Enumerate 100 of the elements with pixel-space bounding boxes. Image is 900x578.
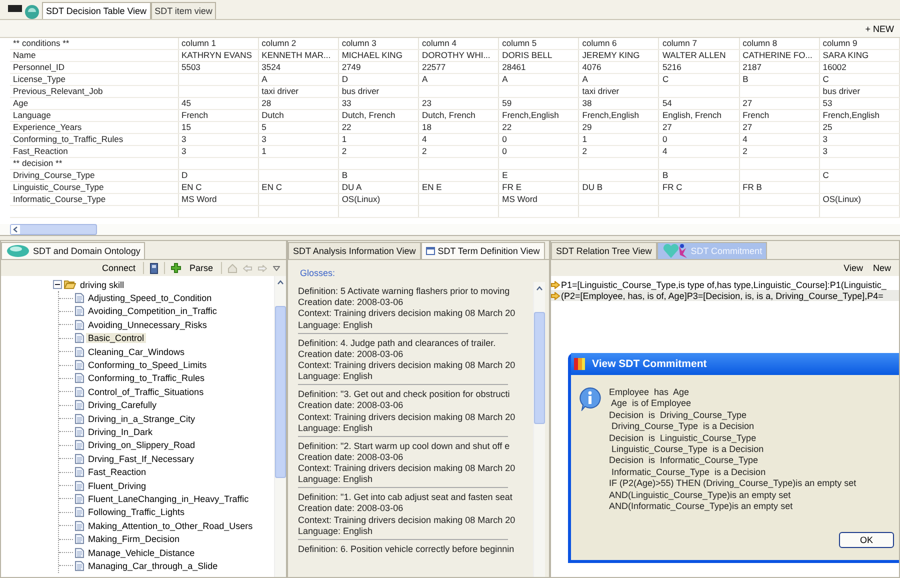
tree-item[interactable]: Following_Traffic_Lights	[86, 507, 187, 518]
horizontal-scrollbar[interactable]	[10, 224, 97, 235]
table-cell: 22	[342, 122, 352, 132]
connect-button[interactable]: Connect	[100, 263, 138, 273]
table-cell: 5216	[662, 62, 682, 72]
row-label: Age	[13, 98, 28, 108]
table-cell: 0	[502, 134, 507, 144]
book-icon[interactable]	[150, 262, 158, 274]
tree-item[interactable]: Avoiding_Unnecessary_Risks	[86, 320, 209, 330]
table-cell: B	[662, 170, 668, 180]
table-cell: MS Word	[502, 194, 538, 204]
table-cell: Dutch, French	[422, 110, 476, 120]
tree-item[interactable]: Fast_Reaction	[86, 467, 148, 478]
context-text: Context: Training drivers decision making 08 March 20	[298, 308, 516, 318]
tree-item[interactable]: Making_Attention_to_Other_Road_Users	[86, 520, 255, 531]
table-cell: French	[182, 110, 208, 120]
view-tab[interactable]: SDT Relation Tree View	[551, 242, 657, 259]
tree-item[interactable]: Driving_Carefully	[86, 400, 159, 410]
vertical-scrollbar[interactable]	[274, 276, 286, 577]
toolbar-button[interactable]: New	[870, 263, 893, 273]
tree-item[interactable]: Managing_Car_through_a_Slide	[86, 560, 220, 571]
table-cell: 2749	[342, 62, 361, 72]
tree-item[interactable]: Making_Firm_Decision	[86, 534, 182, 544]
table-cell: KATHRYN EVANS	[182, 50, 252, 60]
scroll-up-icon[interactable]	[277, 279, 284, 286]
table-cell: KENNETH MAR...	[262, 50, 331, 60]
row-label: Informatic_Course_Type	[13, 194, 106, 204]
table-cell: 3	[822, 134, 828, 144]
tree-item[interactable]: Cleaning_Car_Windows	[86, 346, 187, 357]
ok-button[interactable]: OK	[839, 532, 894, 548]
parse-button[interactable]: Parse	[187, 263, 215, 273]
table-cell: E	[502, 170, 508, 180]
app-logo-icon	[8, 3, 42, 19]
document-icon	[75, 520, 84, 531]
row-label: Linguistic_Course_Type	[13, 182, 104, 192]
row-label: Name	[13, 50, 36, 60]
table-cell: 2187	[742, 62, 762, 72]
tree-item[interactable]: Conforming_to_Traffic_Rules	[86, 373, 207, 384]
table-cell: 27	[742, 98, 752, 108]
vertical-scrollbar[interactable]	[533, 282, 545, 577]
table-cell: 22577	[422, 62, 446, 72]
scroll-left-icon[interactable]	[12, 226, 19, 233]
tree-item[interactable]: driving skill	[78, 280, 126, 290]
tree-item[interactable]: Manage_Vehicle_Distance	[86, 548, 197, 558]
table-cell: B	[342, 170, 348, 180]
relation-text[interactable]: P1=[Linguistic_Course_Type,is type of,has type,Linguistic_Course]:P1(Linguistic_	[561, 280, 886, 290]
table-cell: 3	[182, 134, 186, 144]
table-cell: B	[742, 74, 748, 84]
table-cell: Dutch	[262, 110, 284, 120]
view-tab[interactable]: SDT Term Definition View	[420, 242, 545, 259]
group-title: Glosses:	[300, 268, 336, 278]
column-header: column 2	[262, 38, 296, 48]
tree-item[interactable]: Fluent_Driving	[86, 480, 148, 491]
tree-item[interactable]: Control_of_Traffic_Situations	[86, 386, 206, 397]
context-text: Context: Training drivers decision making 08 March 20	[298, 463, 516, 474]
new-button[interactable]: + NEW	[865, 24, 894, 34]
tree-item[interactable]: Avoiding_Competition_in_Traffic	[86, 306, 219, 316]
row-label: Conforming_to_Traffic_Rules	[13, 134, 124, 144]
table-cell: 25	[822, 122, 832, 132]
creation-date-text: Creation date: 2008-03-06	[298, 452, 404, 462]
table-cell: 2	[422, 146, 427, 156]
tree-item[interactable]: Conforming_to_Speed_Limits	[86, 360, 209, 370]
tree-item[interactable]: Driving_on_Slippery_Road	[86, 440, 198, 450]
table-cell: French	[742, 110, 770, 120]
toolbar-button[interactable]: View	[842, 263, 865, 273]
table-cell: French,English	[502, 110, 559, 120]
plus-icon[interactable]	[171, 263, 182, 273]
document-icon	[75, 454, 84, 464]
view-tab[interactable]: SDT Decision Table View	[42, 2, 151, 19]
tree-item[interactable]: Driving_In_Dark	[86, 426, 155, 437]
table-cell: 28461	[502, 62, 526, 72]
table-cell: taxi driver	[262, 86, 298, 96]
row-label: Previous_Relevant_Job	[13, 86, 103, 96]
table-cell: D	[182, 170, 188, 180]
scroll-up-icon[interactable]	[536, 285, 543, 292]
dropdown-icon[interactable]	[273, 266, 280, 270]
tree-item[interactable]: Basic_Control	[86, 333, 146, 344]
table-cell: 5503	[182, 62, 200, 72]
table-cell: 29	[582, 122, 592, 132]
table-cell: 2	[742, 146, 748, 156]
tree-item[interactable]: Adjusting_Speed_to_Condition	[86, 293, 214, 304]
tree-item[interactable]: Fluent_LaneChanging_in_Heavy_Traffic	[86, 494, 251, 504]
ontology-tab[interactable]: SDT and Domain Ontology	[1, 242, 146, 259]
message-line: IF (P2(Age)>55) THEN (Driving_Course_Type)is an empty set	[609, 478, 856, 490]
view-tab[interactable]: SDT Analysis Information View	[288, 242, 421, 259]
table-cell: DU B	[582, 182, 603, 192]
table-cell: EN E	[422, 182, 442, 192]
table-cell: 4076	[582, 62, 602, 72]
language-text: Language: English	[298, 320, 374, 330]
view-tab[interactable]: SDT item view	[150, 2, 216, 19]
table-cell: 33	[342, 98, 352, 108]
section-header: ** conditions **	[13, 38, 70, 48]
table-cell: French,English	[582, 110, 639, 120]
table-cell: 2	[582, 146, 588, 156]
collapse-icon[interactable]	[53, 280, 62, 290]
document-icon	[75, 373, 84, 384]
table-cell: 4	[422, 134, 427, 144]
table-cell: 3	[262, 134, 266, 144]
tree-item[interactable]: Drving_Fast_If_Necessary	[86, 454, 196, 464]
tree-item[interactable]: Driving_in_a_Strange_City	[86, 414, 198, 424]
